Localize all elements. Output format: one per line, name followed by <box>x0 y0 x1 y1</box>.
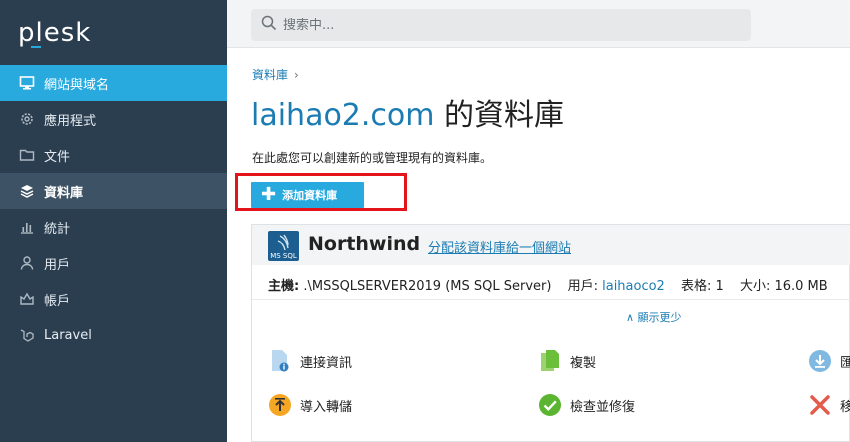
card-divider <box>252 299 850 300</box>
user-label: 用戶: <box>567 279 598 294</box>
monitor-icon <box>18 74 36 92</box>
check-repair-icon <box>538 393 562 417</box>
check-repair-action[interactable]: 檢查並修復 <box>538 393 635 417</box>
sidebar-item-applications[interactable]: 應用程式 <box>0 101 227 137</box>
sidebar-item-label: 應用程式 <box>44 113 97 129</box>
connection-info-icon <box>268 349 292 373</box>
sidebar-item-label: 用戶 <box>44 257 71 273</box>
sidebar-item-laravel[interactable]: Laravel <box>0 317 227 353</box>
sidebar-item-label: 網站與域名 <box>44 77 110 93</box>
search-input[interactable] <box>283 17 723 33</box>
import-dump-action[interactable]: 導入轉儲 <box>268 393 352 417</box>
database-card: MS SQL Northwind 分配該資料庫給一個網站 主機: .\MSSQL… <box>251 224 850 442</box>
copy-action[interactable]: 複製 <box>538 349 596 373</box>
bar-chart-icon <box>18 218 36 236</box>
sidebar-item-label: Laravel <box>44 327 92 343</box>
top-bar <box>227 0 850 48</box>
connection-info-action[interactable]: 連接資訊 <box>268 349 352 373</box>
add-database-button[interactable]: ✚ 添加資料庫 <box>251 182 364 208</box>
database-name: Northwind <box>308 233 421 255</box>
action-label: 移 <box>840 399 850 415</box>
sidebar-item-databases[interactable]: 資料庫 <box>0 173 227 209</box>
size-value: 16.0 MB <box>774 279 828 294</box>
sidebar-item-label: 資料庫 <box>44 185 84 201</box>
logo-accent <box>31 46 41 48</box>
breadcrumb: 資料庫 › <box>252 66 299 83</box>
size-label: 大小: <box>739 279 771 294</box>
main-content: 資料庫 › laihao2.com 的資料庫 在此處您可以創建新的或管理現有的資料… <box>227 0 850 442</box>
assign-to-website-link[interactable]: 分配該資料庫給一個網站 <box>428 237 571 256</box>
folder-icon <box>18 146 36 164</box>
page-title: laihao2.com 的資料庫 <box>251 90 564 134</box>
database-meta: 主機: .\MSSQLSERVER2019 (MS SQL Server) 用戶… <box>268 275 828 294</box>
breadcrumb-separator: › <box>294 68 299 82</box>
sidebar-item-label: 統計 <box>44 221 71 237</box>
action-label: 匯 <box>840 355 850 371</box>
copy-icon <box>538 349 562 373</box>
mssql-icon: MS SQL <box>268 231 299 261</box>
plus-icon: ✚ <box>261 184 277 205</box>
user-icon <box>18 254 36 272</box>
account-icon <box>18 290 36 308</box>
database-icon <box>18 182 36 200</box>
database-card-header: MS SQL Northwind 分配該資料庫給一個網站 <box>252 225 850 265</box>
sidebar-item-files[interactable]: 文件 <box>0 137 227 173</box>
sidebar-item-label: 帳戶 <box>44 293 71 309</box>
tables-label: 表格: <box>680 279 712 294</box>
remove-icon <box>808 393 832 417</box>
page-description: 在此處您可以創建新的或管理現有的資料庫。 <box>252 151 493 165</box>
sidebar: plesk 網站與域名 應用程式 文件 資料庫 統計 用戶 帳戶 Laravel <box>0 0 227 442</box>
search-icon <box>261 15 277 35</box>
laravel-icon <box>18 326 36 344</box>
export-action[interactable]: 匯 <box>808 349 850 373</box>
sidebar-nav: 網站與域名 應用程式 文件 資料庫 統計 用戶 帳戶 Laravel <box>0 65 227 353</box>
sidebar-item-label: 文件 <box>44 149 71 165</box>
sidebar-item-websites-domains[interactable]: 網站與域名 <box>0 65 227 101</box>
action-label: 複製 <box>570 355 597 371</box>
action-label: 檢查並修復 <box>570 399 636 415</box>
action-label: 導入轉儲 <box>300 399 353 415</box>
search-box[interactable] <box>251 9 751 41</box>
import-dump-icon <box>268 393 292 417</box>
host-label: 主機: <box>268 279 300 294</box>
user-value-link[interactable]: laihaoco2 <box>602 279 665 294</box>
remove-action[interactable]: 移 <box>808 393 850 417</box>
action-label: 連接資訊 <box>300 355 353 371</box>
page-title-domain: laihao2.com <box>251 98 435 133</box>
sidebar-item-statistics[interactable]: 統計 <box>0 209 227 245</box>
show-less-toggle[interactable]: ∧ 顯示更少 <box>626 309 682 325</box>
export-icon <box>808 349 832 373</box>
gear-icon <box>18 110 36 128</box>
add-database-label: 添加資料庫 <box>282 189 338 202</box>
page-title-suffix: 的資料庫 <box>434 98 565 133</box>
tables-value: 1 <box>715 279 724 294</box>
sidebar-item-users[interactable]: 用戶 <box>0 245 227 281</box>
mssql-icon-label: MS SQL <box>270 252 297 260</box>
sidebar-item-account[interactable]: 帳戶 <box>0 281 227 317</box>
breadcrumb-databases-link[interactable]: 資料庫 <box>252 68 288 82</box>
host-value: .\MSSQLSERVER2019 (MS SQL Server) <box>303 279 552 294</box>
plesk-logo[interactable]: plesk <box>18 18 91 48</box>
